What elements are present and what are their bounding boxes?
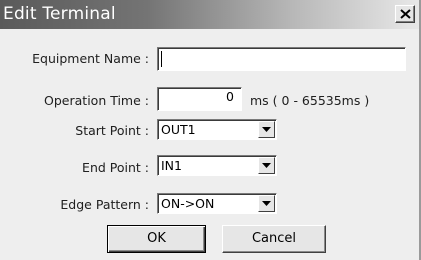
close-icon <box>400 9 411 19</box>
operation-time-unit: ms ( 0 - 65535ms ) <box>250 93 370 108</box>
end-point-select[interactable]: IN1 <box>157 155 277 176</box>
edge-pattern-dropdown-button[interactable] <box>258 195 275 212</box>
edge-pattern-label: Edge Pattern : <box>60 197 149 212</box>
ok-button-label: OK <box>147 231 166 246</box>
title-bar[interactable]: Edit Terminal <box>0 0 419 29</box>
edge-pattern-value: ON->ON <box>161 196 215 211</box>
cancel-button-label: Cancel <box>251 231 297 246</box>
chevron-down-icon <box>262 127 271 132</box>
equipment-name-field[interactable] <box>157 47 406 71</box>
equipment-name-label: Equipment Name : <box>32 51 149 66</box>
edit-terminal-dialog: Edit Terminal Equipment Name : Operation… <box>0 0 421 260</box>
start-point-select[interactable]: OUT1 <box>157 119 277 140</box>
operation-time-field[interactable]: 0 <box>157 87 242 111</box>
text-caret <box>161 51 162 67</box>
ok-button[interactable]: OK <box>107 225 206 253</box>
start-point-dropdown-button[interactable] <box>258 121 275 138</box>
end-point-value: IN1 <box>161 158 182 173</box>
start-point-label: Start Point : <box>75 123 149 138</box>
end-point-label: End Point : <box>82 160 149 175</box>
edge-pattern-select[interactable]: ON->ON <box>157 193 277 214</box>
operation-time-value: 0 <box>226 89 234 104</box>
end-point-dropdown-button[interactable] <box>258 157 275 174</box>
operation-time-label: Operation Time : <box>44 93 149 108</box>
start-point-value: OUT1 <box>161 122 196 137</box>
chevron-down-icon <box>262 201 271 206</box>
window-title: Edit Terminal <box>3 4 116 24</box>
close-button[interactable] <box>395 5 415 23</box>
cancel-button[interactable]: Cancel <box>222 225 326 253</box>
chevron-down-icon <box>262 163 271 168</box>
